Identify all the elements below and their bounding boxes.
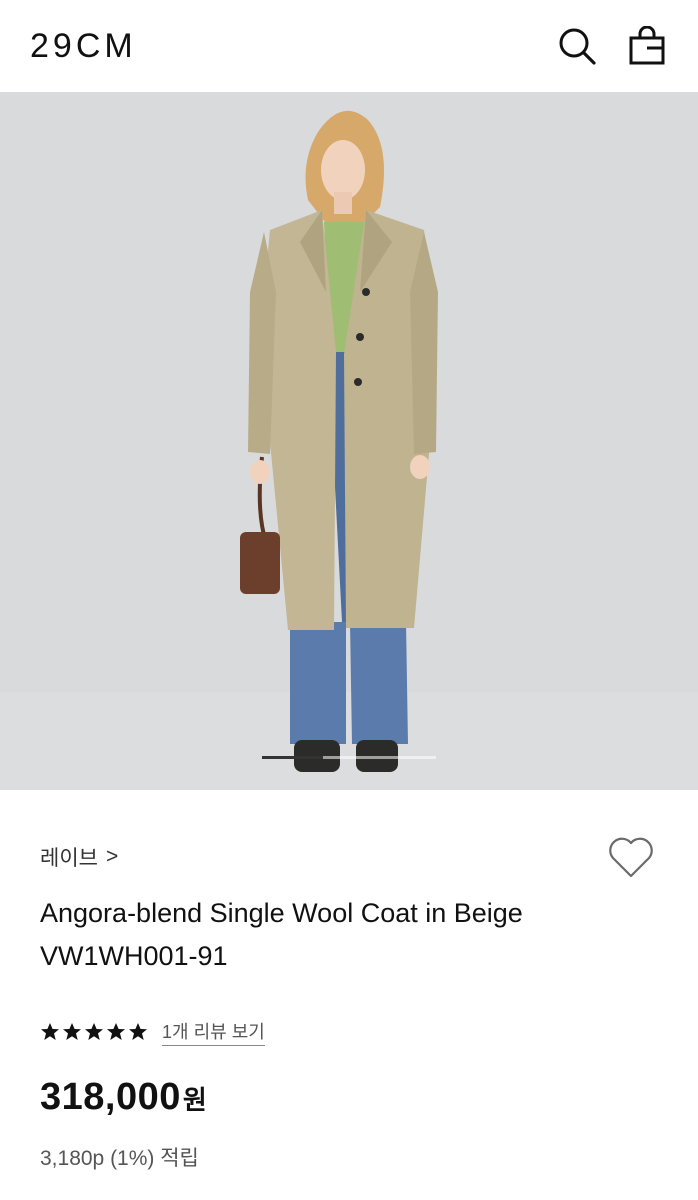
rating-stars [40, 1022, 148, 1042]
price-value: 318,000 [40, 1076, 181, 1118]
star-icon [85, 1023, 103, 1040]
top-header: 29CM [0, 0, 698, 92]
price: 318,000 원 [40, 1076, 207, 1119]
heart-icon[interactable] [606, 834, 656, 880]
review-link[interactable]: 1개 리뷰 보기 [162, 1018, 265, 1046]
reward-points: 3,180p (1%) 적립 [40, 1147, 199, 1170]
star-icon [107, 1023, 125, 1040]
shopping-bag-icon[interactable] [626, 25, 668, 67]
star-icon [41, 1023, 59, 1040]
star-icon [129, 1023, 147, 1040]
search-icon[interactable] [556, 25, 598, 67]
brand-name: 레이브 [40, 847, 98, 870]
rating-row: 1개 리뷰 보기 [40, 1018, 265, 1046]
product-title: Angora-blend Single Wool Coat in Beige V… [40, 898, 523, 971]
product-image-carousel[interactable] [0, 92, 698, 790]
carousel-progress-track [262, 756, 436, 759]
header-actions [556, 25, 668, 67]
app-logo[interactable]: 29CM [30, 27, 137, 66]
chevron-right-icon: > [105, 845, 119, 868]
price-unit: 원 [182, 1085, 207, 1115]
brand-link[interactable]: 레이브 > [40, 842, 118, 872]
carousel-progress-fill [262, 756, 323, 759]
star-icon [63, 1023, 81, 1040]
product-photo [0, 92, 698, 790]
